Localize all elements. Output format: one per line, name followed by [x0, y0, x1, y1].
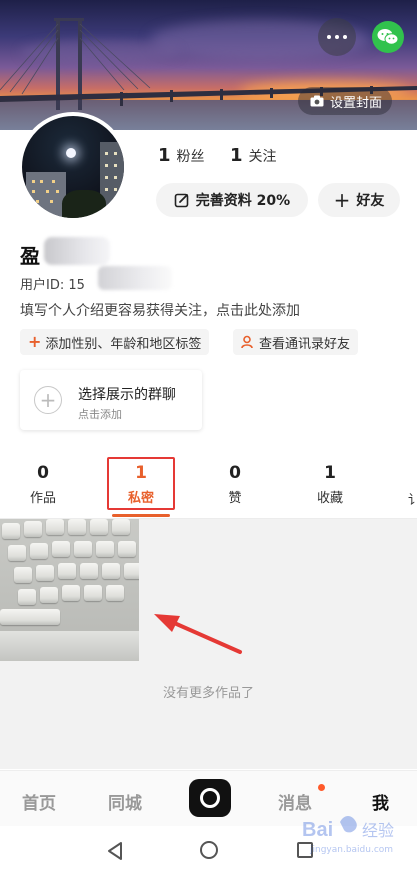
tab-label: 收藏 — [316, 491, 343, 506]
tab-likes[interactable]: 0 赞 — [202, 463, 268, 506]
tab-count: 1 — [324, 463, 336, 483]
bio-prompt[interactable]: 填写个人介绍更容易获得关注，点击此处添加 — [20, 300, 300, 320]
complete-profile-button[interactable]: 完善资料 20% — [156, 183, 308, 217]
followers-label: 粉丝 — [176, 149, 205, 165]
followers-count: 1 — [158, 145, 171, 166]
add-tags-button[interactable]: + 添加性别、年龄和地区标签 — [20, 329, 210, 355]
plus-icon: + — [28, 332, 42, 351]
tab-works[interactable]: 0 作品 — [10, 463, 76, 506]
tab-favorites[interactable]: 1 收藏 — [297, 463, 363, 506]
select-group-chat-card[interactable]: + 选择展示的群聊 点击添加 — [20, 370, 202, 430]
following-label: 关注 — [248, 149, 277, 165]
avatar-moon — [66, 148, 76, 158]
following-stat[interactable]: 1 关注 — [230, 145, 277, 166]
camera-icon — [310, 95, 324, 107]
nav-messages[interactable]: 消息 — [278, 789, 312, 814]
message-unread-dot — [318, 784, 325, 791]
add-friend-button[interactable]: + 好友 — [318, 183, 400, 217]
followers-stat[interactable]: 1 粉丝 — [158, 145, 205, 166]
add-tags-label: 添加性别、年龄和地区标签 — [45, 336, 202, 352]
no-more-works-text: 没有更多作品了 — [162, 686, 254, 701]
record-icon — [200, 788, 220, 808]
keyboard-base — [0, 631, 139, 661]
edit-icon — [174, 193, 189, 208]
baidu-jingyan-watermark: Bai 经验 jingyan.baidu.com — [302, 816, 394, 855]
wechat-icon — [377, 29, 399, 45]
back-triangle-icon[interactable] — [106, 841, 124, 861]
complete-profile-label: 完善资料 20% — [195, 193, 291, 209]
user-id: 用户ID: 15 — [20, 278, 85, 293]
svg-text:经验: 经验 — [362, 821, 394, 840]
home-circle-icon[interactable] — [200, 841, 218, 859]
group-card-subtitle: 点击添加 — [78, 408, 122, 421]
set-cover-label: 设置封面 — [330, 95, 383, 111]
avatar-building — [26, 172, 66, 218]
add-friend-label: 好友 — [356, 193, 385, 209]
tab-label: 赞 — [228, 491, 242, 506]
tab-overflow[interactable]: 讠 — [408, 489, 417, 508]
wechat-share-button[interactable] — [372, 21, 404, 53]
contact-person-icon — [241, 335, 253, 349]
annotation-arrow-icon — [154, 614, 242, 654]
add-circle-icon: + — [34, 386, 62, 414]
active-tab-indicator — [112, 514, 170, 517]
avatar[interactable] — [18, 112, 128, 222]
user-id-redaction — [98, 266, 172, 290]
tab-label: 作品 — [29, 491, 56, 506]
username: 盈 — [20, 244, 40, 268]
capture-button[interactable] — [189, 779, 231, 817]
tab-count: 0 — [229, 463, 241, 483]
following-count: 1 — [230, 145, 243, 166]
plus-icon: + — [333, 188, 351, 212]
contacts-friends-button[interactable]: 查看通讯录好友 — [233, 329, 359, 355]
private-work-thumbnail[interactable] — [0, 519, 139, 661]
nav-me[interactable]: 我 — [372, 789, 389, 814]
highlight-annotation-box — [107, 457, 175, 510]
contacts-friends-label: 查看通讯录好友 — [259, 336, 351, 352]
more-button[interactable] — [318, 18, 356, 56]
username-redaction — [44, 237, 110, 265]
avatar-trees — [62, 190, 106, 218]
tab-count: 0 — [37, 463, 49, 483]
group-card-title: 选择展示的群聊 — [78, 387, 176, 403]
svg-text:jingyan.baidu.com: jingyan.baidu.com — [309, 845, 393, 855]
nav-nearby[interactable]: 同城 — [108, 789, 142, 814]
more-dots-icon — [327, 35, 331, 39]
set-cover-button[interactable]: 设置封面 — [298, 87, 393, 115]
svg-text:Bai: Bai — [302, 819, 333, 841]
nav-home[interactable]: 首页 — [22, 789, 56, 814]
